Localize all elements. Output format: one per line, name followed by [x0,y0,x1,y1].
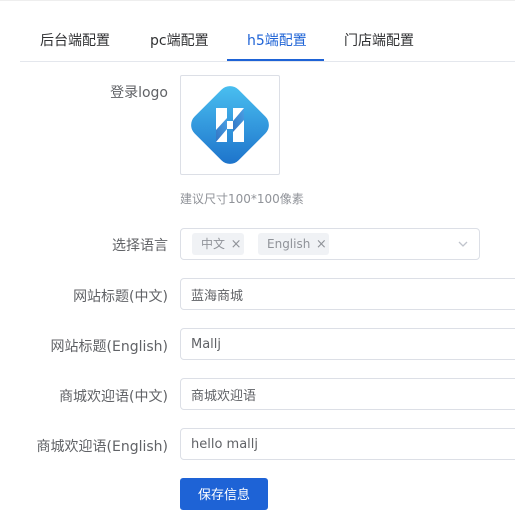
tab-admin-config[interactable]: 后台端配置 [40,21,110,61]
logo-upload[interactable] [180,75,280,175]
save-button[interactable]: 保存信息 [180,478,268,510]
tab-store-config[interactable]: 门店端配置 [344,21,414,61]
welcome-en-field [180,428,515,460]
logo-image [191,86,269,164]
active-tab-indicator [227,59,324,61]
language-select[interactable]: 中文 × English × [180,228,480,260]
language-tag-label: 中文 [201,237,226,251]
tab-pc-config[interactable]: pc端配置 [150,21,209,61]
top-divider [0,0,515,1]
welcome-cn-field [180,378,515,410]
language-tag: English × [258,233,330,256]
config-tabs: 后台端配置 pc端配置 h5端配置 门店端配置 [20,21,515,62]
welcome-cn-label: 商城欢迎语(中文) [59,389,168,405]
language-label: 选择语言 [112,238,168,254]
chevron-down-icon[interactable] [457,238,469,250]
tab-h5-config[interactable]: h5端配置 [247,21,307,61]
language-tag-label: English [267,237,311,251]
close-icon[interactable]: × [228,234,244,256]
welcome-cn-input[interactable] [191,379,511,409]
title-cn-label: 网站标题(中文) [73,289,168,305]
title-en-field [180,328,515,360]
title-en-label: 网站标题(English) [50,339,168,355]
title-en-input[interactable] [191,329,511,359]
welcome-en-input[interactable] [191,429,511,459]
close-icon[interactable]: × [313,234,329,256]
title-cn-input[interactable] [191,279,511,309]
title-cn-field [180,278,515,310]
logo-size-hint: 建议尺寸100*100像素 [180,192,304,206]
logo-label: 登录logo [110,85,168,101]
welcome-en-label: 商城欢迎语(English) [36,439,168,455]
language-tag: 中文 × [192,233,245,256]
